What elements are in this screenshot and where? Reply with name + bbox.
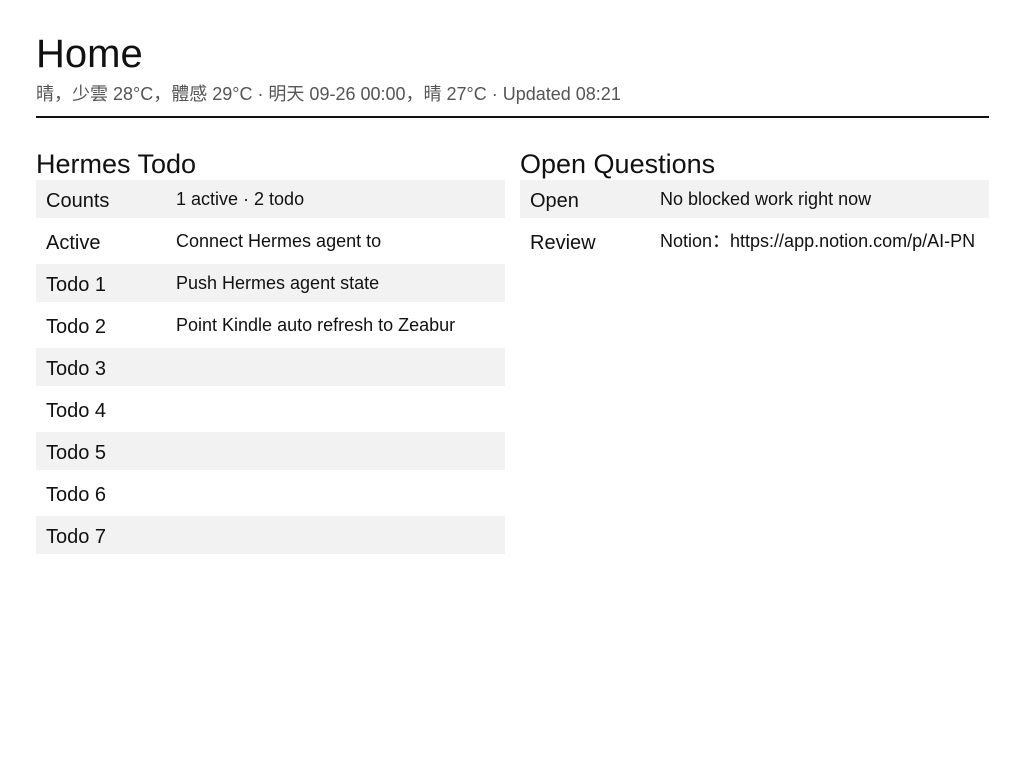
todo-row-2: Todo 2 Point Kindle auto refresh to Zeab… (36, 306, 505, 344)
dashboard-page: Home 晴，少雲 28°C，體感 29°C · 明天 09-26 00:00，… (36, 30, 989, 554)
row-value: 1 active · 2 todo (176, 189, 305, 209)
row-label: Todo 7 (46, 526, 107, 548)
open-questions-title: Open Questions (520, 149, 716, 179)
row-label: Todo 5 (46, 442, 107, 464)
todo-row-1: Todo 1 Push Hermes agent state (36, 264, 505, 302)
notion-review-link[interactable]: Notion：https://app.notion.com/p/AI-PN (660, 222, 975, 260)
hermes-todo-panel: Hermes Todo Counts 1 active · 2 todo Act… (36, 148, 505, 558)
row-label: Todo 1 (46, 274, 107, 296)
todo-row-6: Todo 6 (36, 474, 505, 512)
row-label: Todo 2 (46, 316, 107, 338)
question-row-review: Review Notion：https://app.notion.com/p/A… (520, 222, 989, 260)
todo-row-counts: Counts 1 active · 2 todo (36, 180, 505, 218)
page-header: Home 晴，少雲 28°C，體感 29°C · 明天 09-26 00:00，… (36, 30, 989, 118)
row-value: Point Kindle auto refresh to Zeabur (176, 315, 456, 335)
weather-status: 晴，少雲 28°C，體感 29°C · 明天 09-26 00:00，晴 27°… (36, 84, 621, 104)
row-label: Open (530, 190, 579, 212)
open-questions-list: Open No blocked work right now Review No… (520, 180, 989, 260)
row-label: Counts (46, 190, 110, 212)
hermes-todo-title: Hermes Todo (36, 149, 197, 179)
row-label: Review (530, 232, 596, 254)
row-label: Todo 4 (46, 400, 107, 422)
content-columns: Hermes Todo Counts 1 active · 2 todo Act… (36, 148, 1024, 748)
row-value: Connect Hermes agent to (176, 231, 382, 251)
todo-row-5: Todo 5 (36, 432, 505, 470)
question-row-open: Open No blocked work right now (520, 180, 989, 218)
row-label: Todo 6 (46, 484, 107, 506)
row-value: No blocked work right now (660, 189, 872, 209)
todo-row-active: Active Connect Hermes agent to (36, 222, 505, 260)
row-value: Push Hermes agent state (176, 273, 380, 293)
row-label: Active (46, 232, 101, 254)
row-label: Todo 3 (46, 358, 107, 380)
todo-row-3: Todo 3 (36, 348, 505, 386)
page-title: Home (36, 32, 143, 76)
todo-row-7: Todo 7 (36, 516, 505, 554)
hermes-todo-list: Counts 1 active · 2 todo Active Connect … (36, 180, 505, 554)
open-questions-panel: Open Questions Open No blocked work righ… (520, 148, 989, 264)
todo-row-4: Todo 4 (36, 390, 505, 428)
